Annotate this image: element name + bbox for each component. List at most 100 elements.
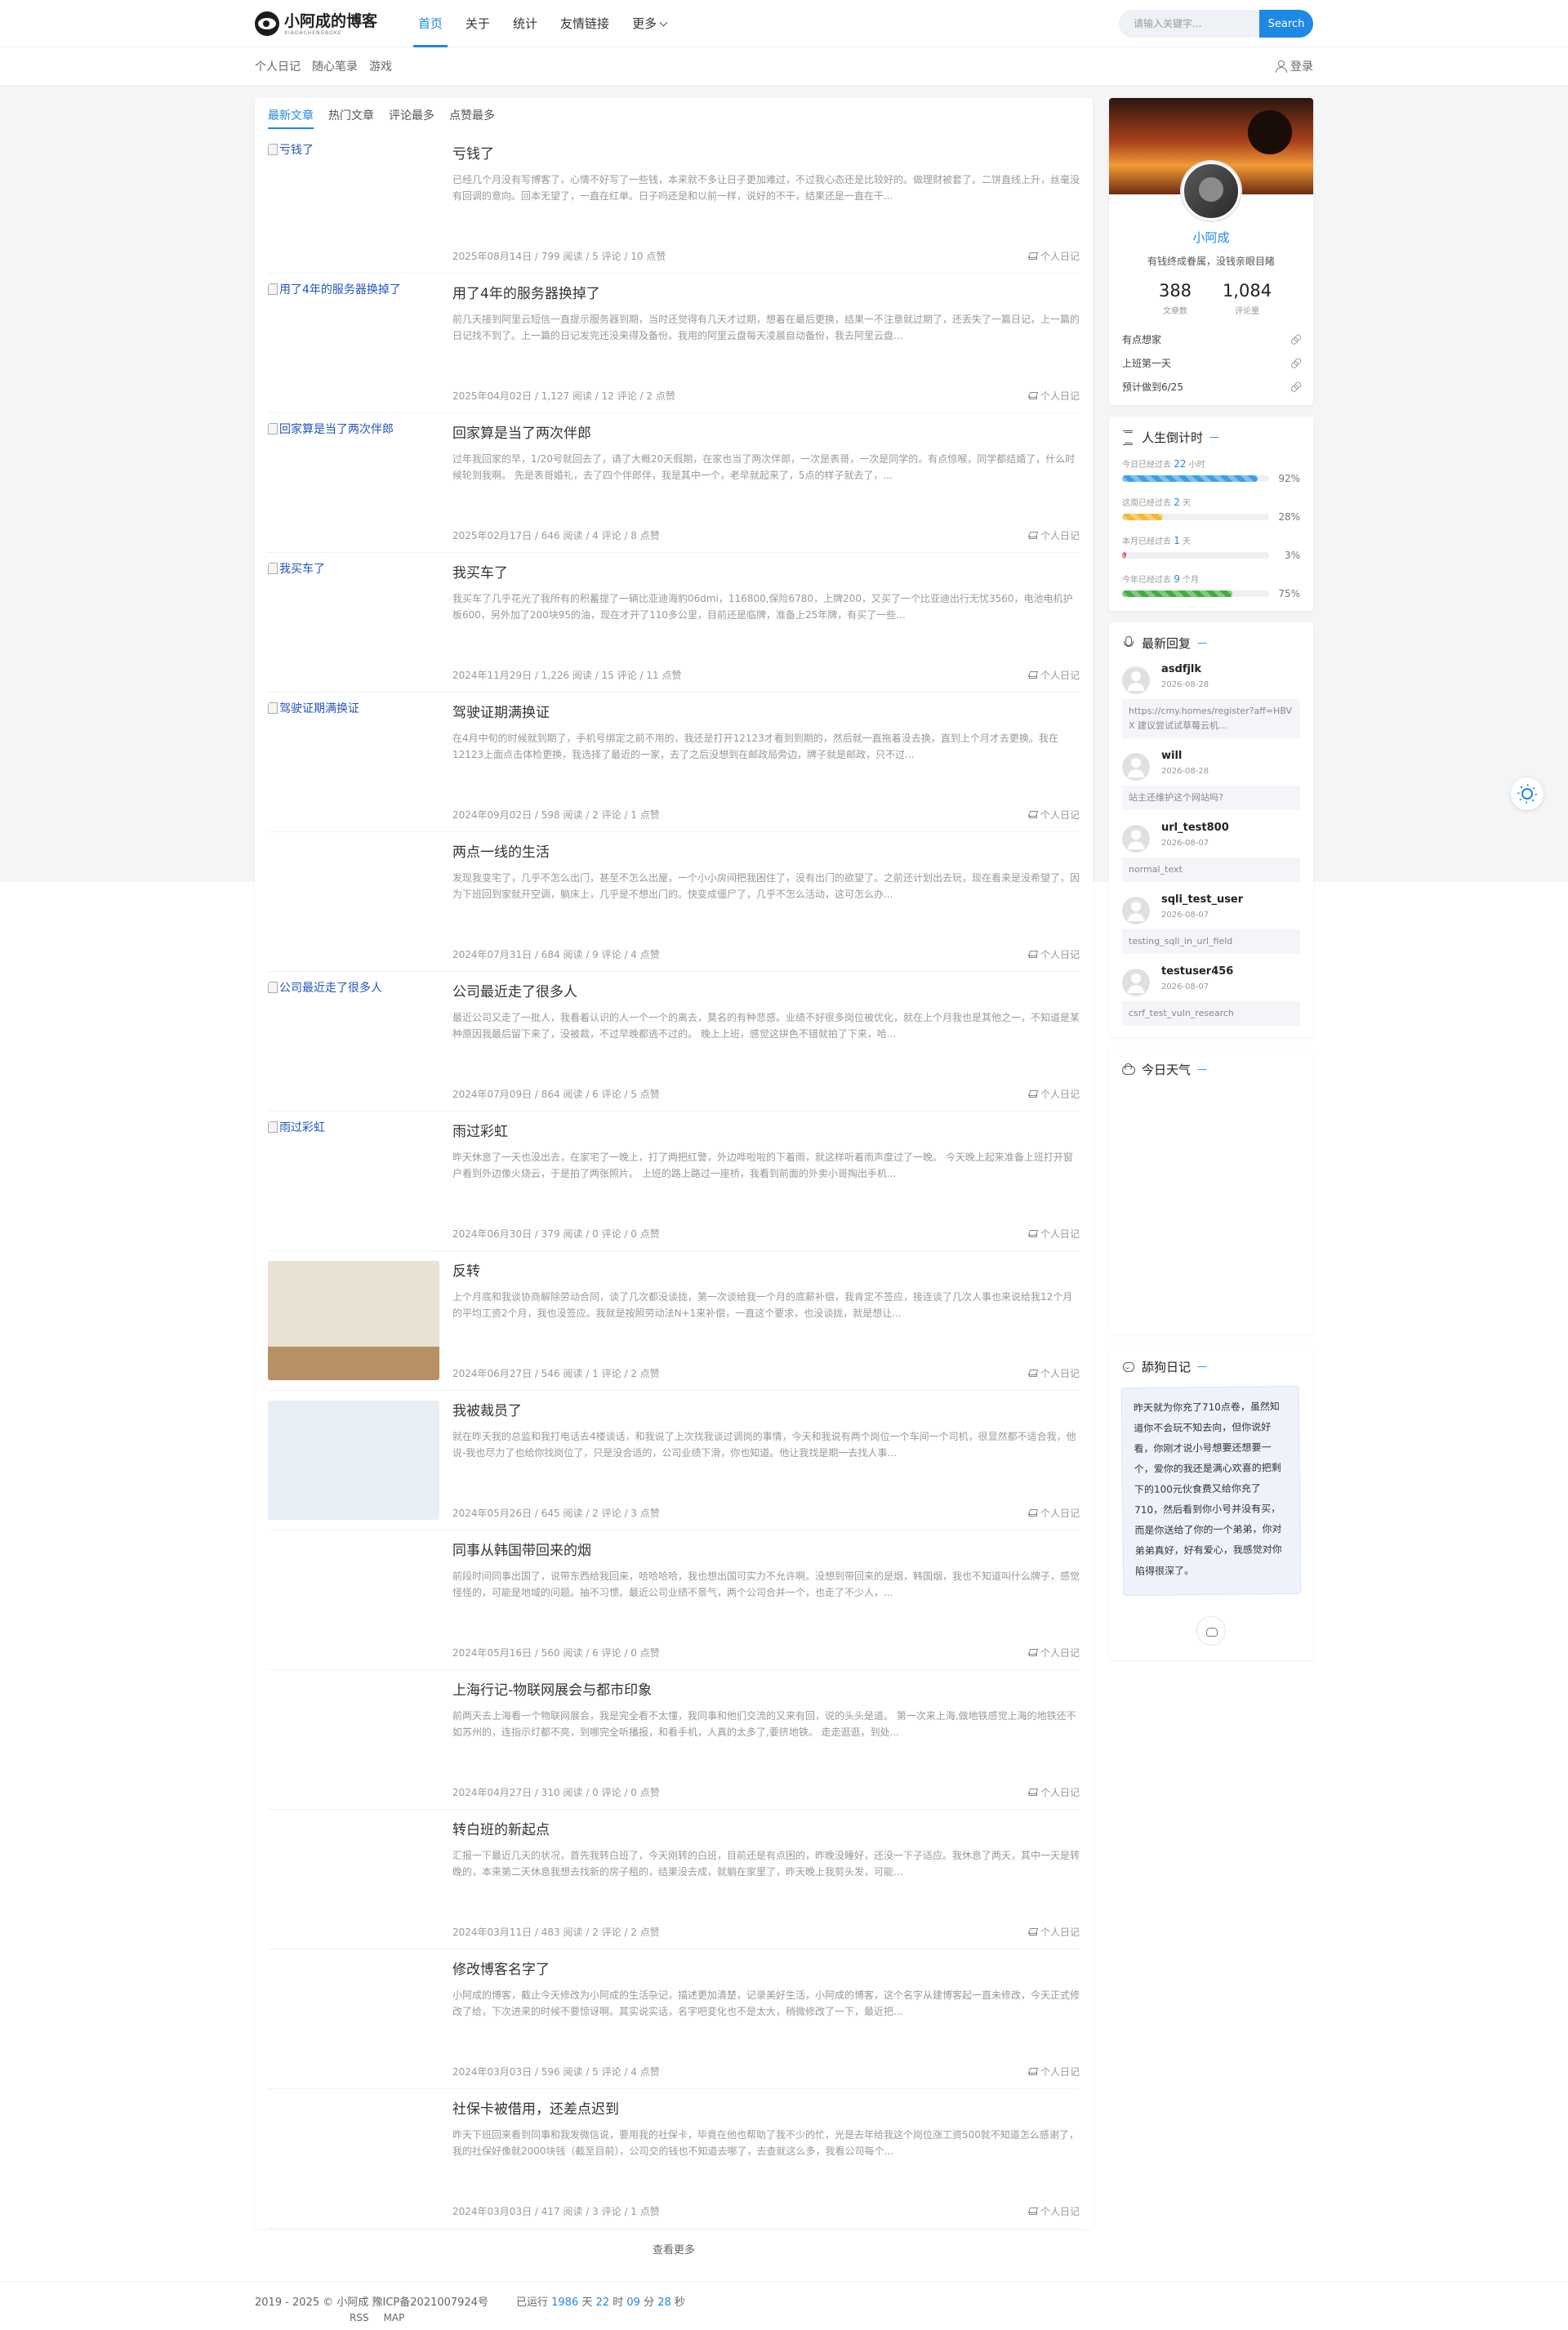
post-title[interactable]: 亏钱了 <box>452 145 1080 163</box>
post-thumbnail[interactable] <box>268 1261 439 1380</box>
post-category[interactable]: 个人日记 <box>1028 1646 1080 1660</box>
post-category[interactable]: 个人日记 <box>1028 389 1080 403</box>
post-item[interactable]: 上海行记-物联网展会与都市印象 前两天去上海看一个物联网展会，我是完全看不太懂，我… <box>268 1670 1080 1810</box>
post-category[interactable]: 个人日记 <box>1028 1925 1080 1939</box>
post-thumbnail[interactable] <box>268 1820 439 1939</box>
reply-item[interactable]: sqli_test_user 2026-08-07 testing_sqli_in_… <box>1122 893 1300 954</box>
post-thumbnail[interactable] <box>268 2099 439 2218</box>
post-item[interactable]: 修改博客名字了 小阿成的博客，截止今天修改为小阿成的生活杂记，描述更加清楚，记录美… <box>268 1949 1080 2089</box>
post-item[interactable]: 我买车了 我买车了 我买车了几乎花光了我所有的积蓄提了一辆比亚迪海豹06dmi，11… <box>268 553 1080 693</box>
post-title[interactable]: 用了4年的服务器换掉了 <box>452 285 1080 303</box>
nav-home[interactable]: 首页 <box>407 0 454 47</box>
site-logo[interactable]: 小阿成的博客 XIAOACHENGBOKE <box>255 11 407 36</box>
post-item[interactable]: 亏钱了 亏钱了 已经几个月没有写博客了，心情不好写了一些钱，本来就不多让日子更加难过… <box>268 134 1080 274</box>
post-item[interactable]: 回家算是当了两次伴郎 回家算是当了两次伴郎 过年我回家的早，1/20号就回去了，请了… <box>268 413 1080 553</box>
post-item[interactable]: 社保卡被借用，还差点迟到 昨天下班回来看到同事和我发微信说，要用我的社保卡，毕竟在… <box>268 2089 1080 2229</box>
category-notes[interactable]: 随心笔录 <box>312 58 358 74</box>
post-item[interactable]: 反转 上个月底和我谈协商解除劳动合同，谈了几次都没谈拢，第一次谈给我一个月的底薪补… <box>268 1251 1080 1391</box>
post-title[interactable]: 驾驶证期满换证 <box>452 704 1080 722</box>
post-category[interactable]: 个人日记 <box>1028 2065 1080 2078</box>
profile-link[interactable]: 上班第一天 <box>1122 351 1300 375</box>
search-button[interactable]: Search <box>1259 10 1313 38</box>
post-category[interactable]: 个人日记 <box>1028 1506 1080 1520</box>
tab-latest[interactable]: 最新文章 <box>268 98 314 134</box>
thumbnail-alt-text: 亏钱了 <box>268 144 439 157</box>
post-category[interactable]: 个人日记 <box>1028 1227 1080 1241</box>
post-thumbnail[interactable] <box>268 1540 439 1660</box>
post-thumbnail[interactable]: 亏钱了 <box>268 144 439 263</box>
post-thumbnail[interactable]: 用了4年的服务器换掉了 <box>268 283 439 403</box>
post-item[interactable]: 驾驶证期满换证 驾驶证期满换证 在4月中旬的时候就到期了，手机号绑定之前不用的，我还… <box>268 693 1080 832</box>
sitemap-link[interactable]: MAP <box>384 2312 405 2323</box>
theme-toggle-button[interactable] <box>1511 777 1544 810</box>
post-thumbnail[interactable]: 我买车了 <box>268 563 439 682</box>
reply-item[interactable]: asdfjlk 2026-08-28 https://cmy.homes/regis… <box>1122 663 1300 738</box>
post-thumbnail[interactable] <box>268 1680 439 1799</box>
tab-most-commented[interactable]: 评论最多 <box>389 98 434 134</box>
post-thumbnail[interactable]: 公司最近走了很多人 <box>268 982 439 1101</box>
post-thumbnail[interactable] <box>268 1959 439 2078</box>
profile-link[interactable]: 有点想家 <box>1122 327 1300 351</box>
meta-separator: / <box>621 948 631 960</box>
post-date: 2024年07月31日 <box>452 949 532 960</box>
reply-item[interactable]: will 2026-08-28 站主还维护这个网站吗? <box>1122 750 1300 810</box>
post-title[interactable]: 反转 <box>452 1263 1080 1281</box>
post-category[interactable]: 个人日记 <box>1028 947 1080 961</box>
link-icon <box>1289 332 1303 346</box>
post-title[interactable]: 公司最近走了很多人 <box>452 983 1080 1001</box>
nav-about[interactable]: 关于 <box>454 0 501 47</box>
post-title[interactable]: 上海行记-物联网展会与都市印象 <box>452 1682 1080 1700</box>
reply-item[interactable]: url_test800 2026-08-07 normal_text <box>1122 822 1300 882</box>
post-item[interactable]: 我被裁员了就在昨天我的总监和我打电话去4楼谈话，和我说了上次找我谈过调岗的事情，… <box>268 1391 1080 1530</box>
rss-link[interactable]: RSS <box>350 2312 369 2323</box>
profile-link[interactable]: 预计做到6/25 <box>1122 375 1300 399</box>
category-games[interactable]: 游戏 <box>369 58 392 74</box>
post-category[interactable]: 个人日记 <box>1028 668 1080 682</box>
post-title[interactable]: 两点一线的生活 <box>452 844 1080 862</box>
post-category[interactable]: 个人日记 <box>1028 1087 1080 1101</box>
post-item[interactable]: 用了4年的服务器换掉了 用了4年的服务器换掉了 前几天接到阿里云短信一直提示服务器到… <box>268 274 1080 413</box>
load-more-button[interactable]: 查看更多 <box>255 2237 1093 2265</box>
post-title[interactable]: 转白班的新起点 <box>452 1821 1080 1839</box>
meta-separator: / <box>621 1088 631 1100</box>
post-title[interactable]: 修改博客名字了 <box>452 1961 1080 1979</box>
post-thumbnail[interactable] <box>268 1401 439 1520</box>
nav-more[interactable]: 更多 <box>621 0 678 47</box>
reply-item[interactable]: testuser456 2026-08-07 csrf_test_vuln_rese… <box>1122 965 1300 1026</box>
post-title[interactable]: 回家算是当了两次伴郎 <box>452 425 1080 443</box>
refresh-diary-button[interactable] <box>1196 1616 1226 1646</box>
post-title[interactable]: 同事从韩国带回来的烟 <box>452 1542 1080 1560</box>
post-category[interactable]: 个人日记 <box>1028 2204 1080 2218</box>
avatar[interactable] <box>1182 162 1241 221</box>
post-item[interactable]: 公司最近走了很多人 公司最近走了很多人 最近公司又走了一批人，我看着认识的人一个一个… <box>268 972 1080 1112</box>
profile-name[interactable]: 小阿成 <box>1109 229 1313 246</box>
post-thumbnail[interactable] <box>268 842 439 961</box>
post-category[interactable]: 个人日记 <box>1028 249 1080 263</box>
nav-friend-links[interactable]: 友情链接 <box>549 0 621 47</box>
post-category[interactable]: 个人日记 <box>1028 808 1080 822</box>
nav-stats[interactable]: 统计 <box>501 0 549 47</box>
post-excerpt: 就在昨天我的总监和我打电话去4楼谈话，和我说了上次找我谈过调岗的事情，今天和我说… <box>452 1431 1076 1459</box>
login-link[interactable]: 登录 <box>1275 58 1313 74</box>
post-title[interactable]: 我被裁员了 <box>452 1402 1080 1420</box>
post-item[interactable]: 转白班的新起点 汇报一下最近几天的状况，首先我转白班了，今天刚转的白班，目前还是有… <box>268 1810 1080 1949</box>
post-category[interactable]: 个人日记 <box>1028 528 1080 542</box>
post-item[interactable]: 雨过彩虹 雨过彩虹 昨天休息了一天也没出去，在家宅了一晚上，打了两把红警，外边哗啦啦… <box>268 1112 1080 1251</box>
post-title[interactable]: 雨过彩虹 <box>452 1123 1080 1141</box>
post-category[interactable]: 个人日记 <box>1028 1785 1080 1799</box>
post-title[interactable]: 我买车了 <box>452 564 1080 582</box>
tab-most-liked[interactable]: 点赞最多 <box>449 98 495 134</box>
post-thumbnail[interactable]: 雨过彩虹 <box>268 1121 439 1241</box>
category-diary[interactable]: 个人日记 <box>255 58 301 74</box>
post-title[interactable]: 社保卡被借用，还差点迟到 <box>452 2101 1080 2118</box>
post-item[interactable]: 同事从韩国带回来的烟 前段时间同事出国了，说带东西给我回来，哈哈哈哈，我也想出国可… <box>268 1530 1080 1670</box>
post-thumbnail[interactable]: 回家算是当了两次伴郎 <box>268 423 439 542</box>
post-item[interactable]: 两点一线的生活 发现我变宅了，几乎不怎么出门，甚至不怎么出屋，一个小小房间把我困住… <box>268 832 1080 972</box>
post-thumbnail[interactable]: 驾驶证期满换证 <box>268 702 439 822</box>
footer-copyright[interactable]: 2019 - 2025 © 小阿成 豫ICP备2021007924号 <box>255 2293 516 2309</box>
post-category[interactable]: 个人日记 <box>1028 1366 1080 1380</box>
search-input[interactable] <box>1119 10 1259 38</box>
tab-hot[interactable]: 热门文章 <box>328 98 374 134</box>
profile-card: 小阿成 有钱终成眷属，没钱亲眼目睹 388 文章数 1,084 评论量 有点想家… <box>1109 98 1313 405</box>
widget-title: 舔狗日记 — <box>1122 1357 1300 1375</box>
